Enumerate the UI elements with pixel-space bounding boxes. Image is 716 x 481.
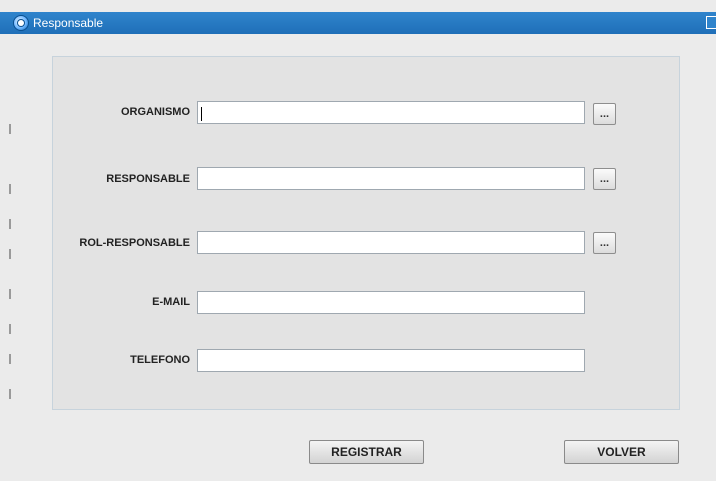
window-title: Responsable [33,16,104,30]
edge-mark [9,249,11,259]
rol-responsable-input[interactable] [197,231,585,254]
volver-button[interactable]: VOLVER [564,440,679,464]
edge-mark [9,289,11,299]
edge-mark [9,124,11,134]
responsable-input[interactable] [197,167,585,190]
rol-responsable-lookup-button[interactable]: ... [593,232,616,254]
organismo-lookup-button[interactable]: ... [593,103,616,125]
responsable-window: Responsable ORGANISMO ... RESPONSABLE ..… [0,0,716,481]
email-input[interactable] [197,291,585,314]
edge-mark [9,184,11,194]
responsable-label: RESPONSABLE [106,173,190,185]
rol-responsable-label: ROL-RESPONSABLE [79,237,190,249]
window-titlebar[interactable]: Responsable [0,12,716,34]
responsable-lookup-button[interactable]: ... [593,168,616,190]
background-window-edge [0,34,11,481]
app-logo-icon [13,15,29,31]
telefono-input[interactable] [197,349,585,372]
organismo-input[interactable] [197,101,585,124]
edge-mark [9,354,11,364]
organismo-label: ORGANISMO [120,106,190,118]
edge-mark [9,324,11,334]
email-label: E-MAIL [152,296,190,308]
registrar-button[interactable]: REGISTRAR [309,440,424,464]
maximize-icon[interactable] [706,16,716,29]
edge-mark [9,219,11,229]
telefono-label: TELEFONO [130,354,190,366]
text-cursor [201,107,202,121]
edge-mark [9,389,11,399]
